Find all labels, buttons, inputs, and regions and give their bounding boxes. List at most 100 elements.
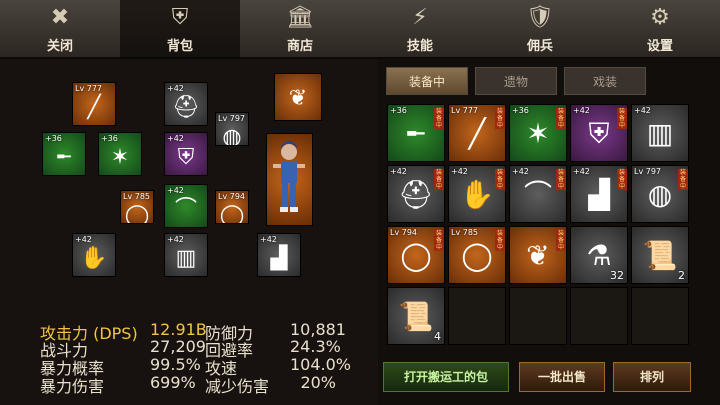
- tab-close[interactable]: ✖ 关闭: [0, 0, 121, 57]
- item-level: +42: [573, 167, 590, 176]
- chest-armor-icon: ⛨: [177, 145, 195, 170]
- armor-icon: ⛨: [171, 5, 189, 30]
- inventory-item[interactable]: +42 ✋ 装备中: [448, 165, 506, 223]
- equipped-badge: 装备中: [617, 169, 627, 190]
- tab-label: 设置: [646, 39, 673, 54]
- item-level: +36: [390, 106, 407, 115]
- sort-button[interactable]: 排列: [613, 362, 691, 392]
- inventory-item[interactable]: Lv 777 ╱ 装备中: [448, 104, 506, 162]
- inventory-item[interactable]: Lv 785 ◯ 装备中: [448, 226, 506, 284]
- equipment-slot[interactable]: +42 ⛑: [164, 82, 208, 126]
- inventory-item[interactable]: ⚗ 32: [570, 226, 628, 284]
- item-level: +42: [573, 106, 590, 115]
- item-level: +42: [451, 167, 468, 176]
- bracer-icon: ◍: [222, 125, 242, 146]
- equipped-badge: 装备中: [495, 169, 505, 190]
- inventory-item[interactable]: +42 ⛨ 装备中: [570, 104, 628, 162]
- equipped-badge: 装备中: [556, 108, 566, 129]
- evasion-value: 24.3%: [290, 337, 341, 356]
- tab-label: 背包: [166, 39, 193, 54]
- ring-icon: ◯: [219, 203, 245, 224]
- tab-mercenary[interactable]: 🛡 佣兵: [480, 0, 601, 57]
- item-level: +42: [75, 235, 92, 244]
- empty-slot[interactable]: [631, 287, 689, 345]
- equipment-slot[interactable]: +42 ▥: [164, 233, 208, 277]
- inventory-item[interactable]: +42 ▟ 装备中: [570, 165, 628, 223]
- item-level: Lv 794: [218, 192, 246, 201]
- item-level: Lv 785: [123, 192, 151, 201]
- equipment-slot[interactable]: +42 ▟: [257, 233, 301, 277]
- item-level: Lv 785: [451, 228, 479, 237]
- empty-slot[interactable]: [509, 287, 567, 345]
- boots-icon: ▟: [270, 246, 288, 271]
- tab-shop[interactable]: 🏛 商店: [240, 0, 361, 57]
- inventory-item[interactable]: +42 ⌒ 装备中: [509, 165, 567, 223]
- gun-icon: ╾: [57, 145, 71, 170]
- equipment-slot[interactable]: Lv 785 ◯: [120, 190, 154, 224]
- item-level: Lv 797: [218, 114, 246, 123]
- item-level: +42: [390, 167, 407, 176]
- damage-reduction-value: 20%: [300, 373, 336, 392]
- crit-rate-value: 99.5%: [150, 355, 201, 374]
- leg-armor-icon: ▥: [646, 117, 674, 150]
- item-level: +42: [634, 106, 651, 115]
- open-porter-bag-button[interactable]: 打开搬运工的包: [383, 362, 509, 392]
- item-level: Lv 794: [390, 228, 418, 237]
- tab-equipped[interactable]: 装备中: [386, 67, 468, 95]
- tab-skills[interactable]: ⚡ 技能: [360, 0, 481, 57]
- shoulder-icon: ⌒: [174, 197, 197, 222]
- gauntlet-icon: ✋: [80, 246, 108, 271]
- equipment-slot[interactable]: ❦: [274, 73, 322, 121]
- inventory-item[interactable]: +36 ╾ 装备中: [387, 104, 445, 162]
- equipment-slot[interactable]: +36 ╾: [42, 132, 86, 176]
- equipped-badge: 装备中: [556, 230, 566, 251]
- equipment-slot[interactable]: +42 ⛨: [164, 132, 208, 176]
- helmet-icon: ⛑: [172, 95, 200, 120]
- tab-label: 技能: [406, 39, 433, 54]
- lightning-icon: ⚡: [412, 5, 428, 30]
- attack-speed-value: 104.0%: [290, 355, 352, 374]
- equipped-badge: 装备中: [678, 169, 688, 190]
- tab-settings[interactable]: ⚙ 设置: [600, 0, 720, 57]
- item-level: +42: [167, 134, 184, 143]
- equipment-slot[interactable]: +42 ⌒: [164, 184, 208, 228]
- inventory-item[interactable]: Lv 797 ◍ 装备中: [631, 165, 689, 223]
- equipment-slot[interactable]: Lv 777 ╱: [72, 82, 116, 126]
- tab-costumes[interactable]: 戏装: [564, 67, 646, 95]
- ring-icon: ◯: [124, 203, 150, 224]
- item-level: +36: [45, 134, 62, 143]
- crit-damage-label: 暴力伤害: [40, 377, 105, 396]
- equipment-slot[interactable]: Lv 794 ◯: [215, 190, 249, 224]
- inventory-item[interactable]: 📜 4: [387, 287, 445, 345]
- tab-bag[interactable]: ⛨ 背包: [120, 0, 241, 57]
- damage-reduction-label: 减少伤害: [205, 377, 270, 396]
- equipment-slot[interactable]: Lv 797 ◍: [215, 112, 249, 146]
- item-level: +42: [512, 167, 529, 176]
- scroll-icon: 📜: [642, 239, 678, 272]
- wings-icon: ❦: [288, 86, 308, 111]
- tab-relics[interactable]: 遗物: [475, 67, 557, 95]
- tab-label: 商店: [286, 39, 313, 54]
- inventory-item[interactable]: Lv 794 ◯ 装备中: [387, 226, 445, 284]
- equipment-slot[interactable]: +42 ✋: [72, 233, 116, 277]
- inventory-item[interactable]: +42 ▥: [631, 104, 689, 162]
- equipped-badge: 装备中: [434, 230, 444, 251]
- potion-icon: ⚗: [586, 239, 612, 272]
- bank-icon: 🏛: [286, 5, 314, 30]
- gear-icon: ⚙: [650, 5, 670, 30]
- staff-icon: ╱: [87, 95, 101, 120]
- item-level: +42: [167, 235, 184, 244]
- empty-slot[interactable]: [570, 287, 628, 345]
- equipped-badge: 装备中: [434, 108, 444, 129]
- equipment-slot[interactable]: +36 ✶: [98, 132, 142, 176]
- item-count: 2: [678, 269, 685, 282]
- inventory-item[interactable]: 📜 2: [631, 226, 689, 284]
- inventory-item[interactable]: +36 ✶ 装备中: [509, 104, 567, 162]
- character-icon: [273, 141, 305, 212]
- inventory-item[interactable]: ❦ 装备中: [509, 226, 567, 284]
- empty-slot[interactable]: [448, 287, 506, 345]
- item-level: Lv 777: [75, 84, 103, 93]
- inventory-item[interactable]: +42 ⛑ 装备中: [387, 165, 445, 223]
- scroll-icon: 📜: [398, 300, 434, 333]
- sell-all-button[interactable]: 一批出售: [519, 362, 605, 392]
